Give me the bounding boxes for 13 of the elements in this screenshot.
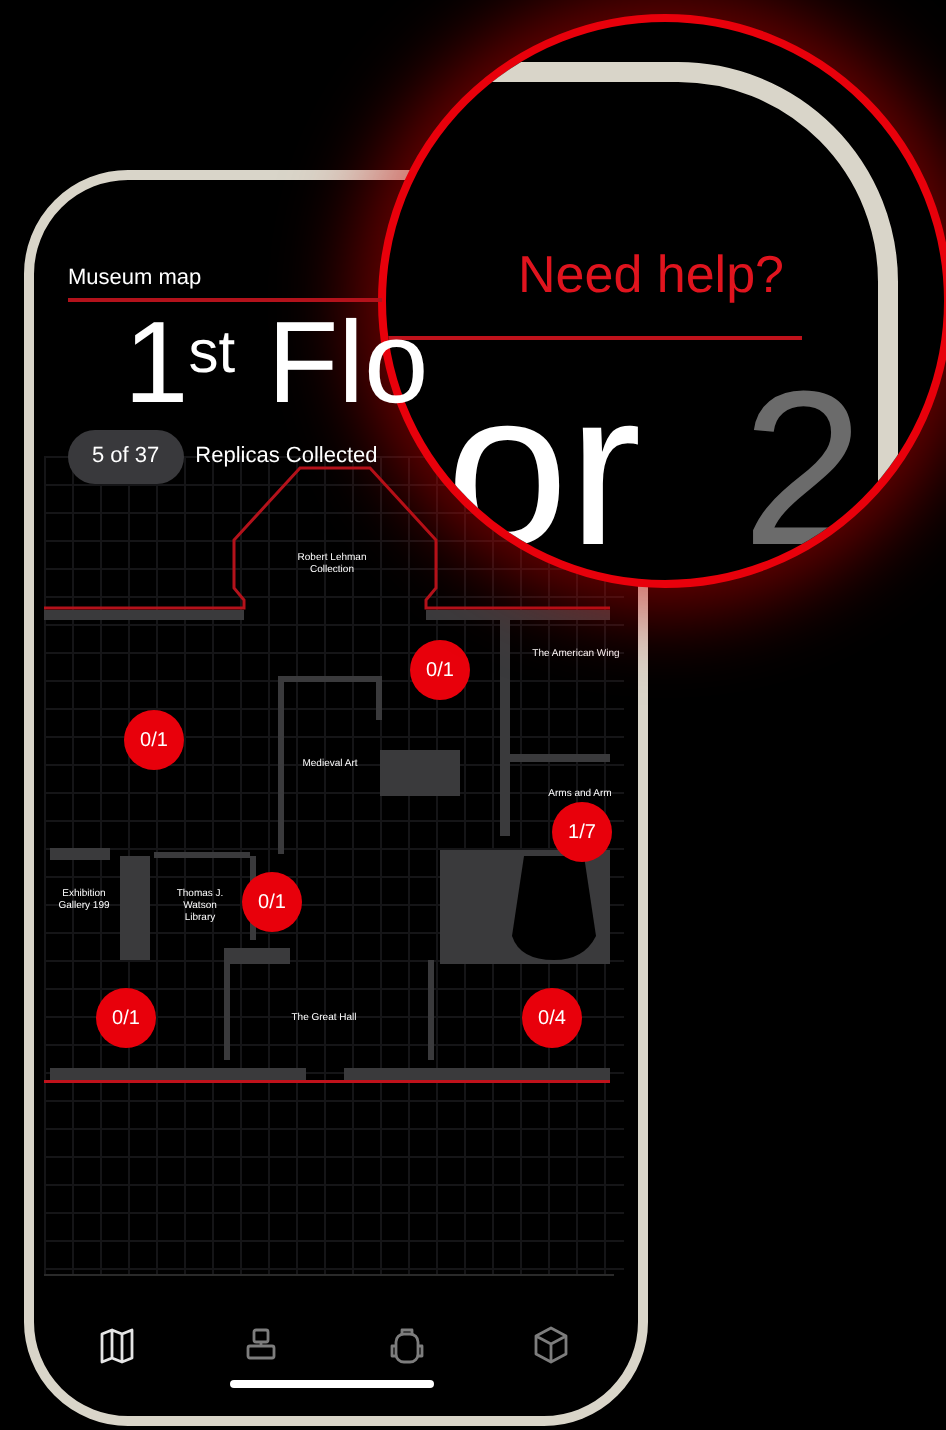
replica-marker[interactable]: 0/4 xyxy=(522,988,582,1048)
replica-marker[interactable]: 1/7 xyxy=(552,802,612,862)
cube-icon xyxy=(530,1324,573,1366)
replica-marker[interactable]: 0/1 xyxy=(410,640,470,700)
screen-title: Museum map xyxy=(68,264,202,292)
backpack-icon xyxy=(385,1324,428,1366)
replica-marker[interactable]: 0/1 xyxy=(96,988,156,1048)
progress-count: 5 of 37 xyxy=(68,430,184,483)
progress-label: Replicas Collected xyxy=(195,442,378,472)
replica-marker[interactable]: 0/1 xyxy=(242,872,302,932)
replica-marker[interactable]: 0/1 xyxy=(124,710,184,770)
map-icon xyxy=(95,1324,138,1366)
help-link[interactable]: Need help? xyxy=(518,242,784,306)
